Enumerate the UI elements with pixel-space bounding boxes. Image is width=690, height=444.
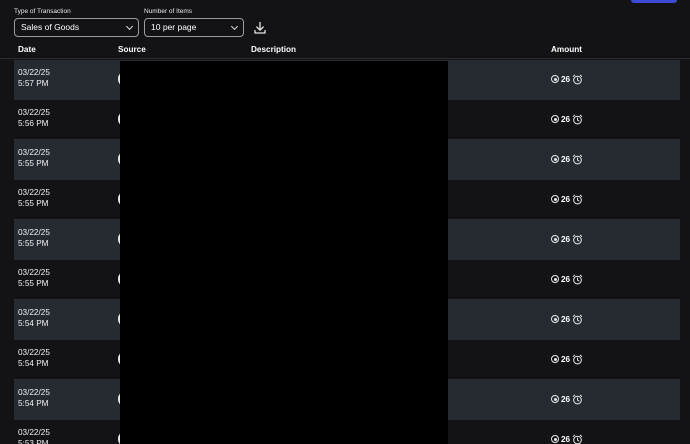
row-datetime: 03/22/255:57 PM xyxy=(18,67,50,89)
row-date: 03/22/25 xyxy=(18,427,50,438)
row-time: 5:54 PM xyxy=(18,398,50,409)
items-per-page-label: Number of Items xyxy=(144,7,192,16)
items-per-page-value: 10 per page xyxy=(151,22,196,32)
items-per-page-filter: Number of Items 10 per page xyxy=(144,7,192,16)
coin-icon xyxy=(551,355,559,363)
coin-icon xyxy=(551,435,559,443)
row-date: 03/22/25 xyxy=(18,267,50,278)
row-date: 03/22/25 xyxy=(18,227,50,238)
row-time: 5:53 PM xyxy=(18,438,50,444)
transaction-type-select[interactable]: Sales of Goods xyxy=(14,18,139,37)
items-per-page-select[interactable]: 10 per page xyxy=(144,18,244,37)
transactions-page: Type of Transaction Sales of Goods Numbe… xyxy=(0,0,690,444)
redacted-region xyxy=(120,61,448,444)
table-header: Date Source Description Amount xyxy=(0,41,690,59)
row-time: 5:54 PM xyxy=(18,318,50,329)
row-datetime: 03/22/255:54 PM xyxy=(18,307,50,329)
row-date: 03/22/25 xyxy=(18,187,50,198)
row-time: 5:54 PM xyxy=(18,358,50,369)
alarm-clock-icon xyxy=(572,354,583,365)
row-time: 5:55 PM xyxy=(18,198,50,209)
coin-icon xyxy=(551,395,559,403)
row-date: 03/22/25 xyxy=(18,347,50,358)
download-icon[interactable] xyxy=(253,21,267,35)
alarm-clock-icon xyxy=(572,434,583,444)
row-amount: 26 xyxy=(551,273,583,285)
row-date: 03/22/25 xyxy=(18,147,50,158)
alarm-clock-icon xyxy=(572,314,583,325)
row-datetime: 03/22/255:55 PM xyxy=(18,227,50,249)
row-date: 03/22/25 xyxy=(18,67,50,78)
row-amount: 26 xyxy=(551,313,583,325)
row-date: 03/22/25 xyxy=(18,387,50,398)
alarm-clock-icon xyxy=(572,234,583,245)
row-datetime: 03/22/255:53 PM xyxy=(18,427,50,444)
row-amount-value: 26 xyxy=(561,395,570,404)
row-amount-value: 26 xyxy=(561,115,570,124)
row-amount-value: 26 xyxy=(561,355,570,364)
row-amount-value: 26 xyxy=(561,275,570,284)
row-amount-value: 26 xyxy=(561,315,570,324)
column-date: Date xyxy=(18,41,36,58)
column-source: Source xyxy=(118,41,146,58)
row-datetime: 03/22/255:55 PM xyxy=(18,147,50,169)
alarm-clock-icon xyxy=(572,114,583,125)
coin-icon xyxy=(551,75,559,83)
row-time: 5:55 PM xyxy=(18,158,50,169)
row-amount-value: 26 xyxy=(561,75,570,84)
row-amount: 26 xyxy=(551,353,583,365)
row-datetime: 03/22/255:55 PM xyxy=(18,267,50,289)
column-description: Description xyxy=(251,41,296,58)
row-time: 5:56 PM xyxy=(18,118,50,129)
row-datetime: 03/22/255:55 PM xyxy=(18,187,50,209)
top-action-button-edge[interactable] xyxy=(631,0,677,3)
row-amount-value: 26 xyxy=(561,155,570,164)
row-date: 03/22/25 xyxy=(18,307,50,318)
row-amount: 26 xyxy=(551,233,583,245)
alarm-clock-icon xyxy=(572,394,583,405)
row-amount: 26 xyxy=(551,153,583,165)
alarm-clock-icon xyxy=(572,274,583,285)
transaction-type-label: Type of Transaction xyxy=(14,7,71,16)
row-time: 5:55 PM xyxy=(18,278,50,289)
row-amount-value: 26 xyxy=(561,195,570,204)
coin-icon xyxy=(551,195,559,203)
row-amount-value: 26 xyxy=(561,235,570,244)
column-amount: Amount xyxy=(551,41,582,58)
row-amount: 26 xyxy=(551,113,583,125)
chevron-down-icon xyxy=(126,23,133,30)
row-datetime: 03/22/255:56 PM xyxy=(18,107,50,129)
coin-icon xyxy=(551,315,559,323)
row-amount: 26 xyxy=(551,433,583,444)
coin-icon xyxy=(551,155,559,163)
chevron-down-icon xyxy=(231,23,238,30)
coin-icon xyxy=(551,275,559,283)
coin-icon xyxy=(551,235,559,243)
coin-icon xyxy=(551,115,559,123)
alarm-clock-icon xyxy=(572,74,583,85)
row-time: 5:57 PM xyxy=(18,78,50,89)
row-datetime: 03/22/255:54 PM xyxy=(18,387,50,409)
alarm-clock-icon xyxy=(572,154,583,165)
row-amount: 26 xyxy=(551,393,583,405)
transaction-type-filter: Type of Transaction Sales of Goods xyxy=(14,7,71,16)
row-amount: 26 xyxy=(551,193,583,205)
row-datetime: 03/22/255:54 PM xyxy=(18,347,50,369)
alarm-clock-icon xyxy=(572,194,583,205)
transaction-type-value: Sales of Goods xyxy=(21,22,79,32)
row-amount: 26 xyxy=(551,73,583,85)
row-amount-value: 26 xyxy=(561,435,570,444)
row-date: 03/22/25 xyxy=(18,107,50,118)
row-time: 5:55 PM xyxy=(18,238,50,249)
